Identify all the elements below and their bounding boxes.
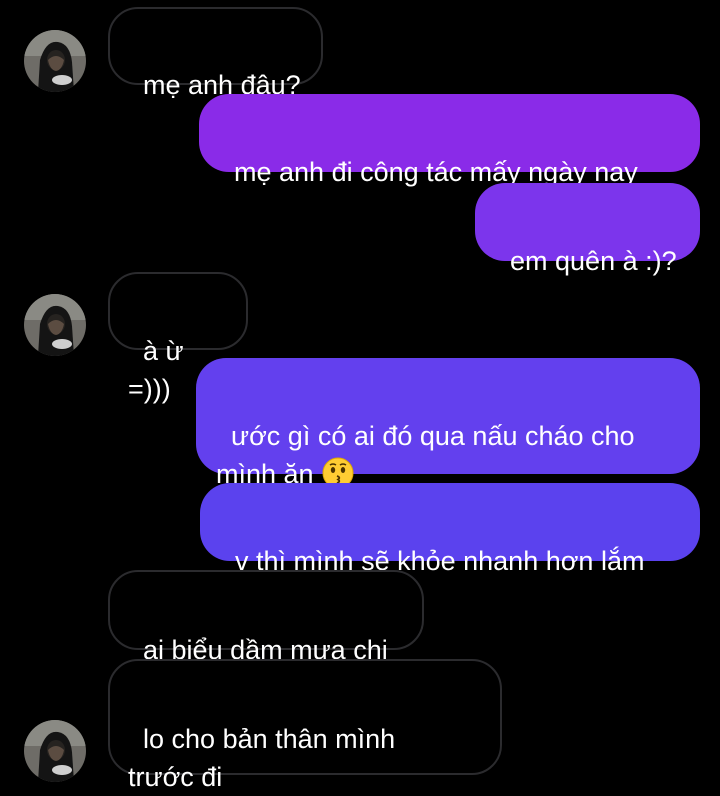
contact-avatar[interactable] xyxy=(24,294,86,356)
outgoing-message-bubble[interactable]: mẹ anh đi công tác mấy ngày nay xyxy=(199,94,700,187)
contact-avatar[interactable] xyxy=(24,720,86,782)
outgoing-message-bubble[interactable]: ước gì có ai đó qua nấu cháo cho mình ăn xyxy=(196,358,700,489)
outgoing-message-bubble[interactable]: em quên à :)? xyxy=(475,183,700,276)
message-text: em quên à :)? xyxy=(510,246,677,276)
message-text: lo cho bản thân mình trước đi xyxy=(128,724,396,792)
hooded-person-avatar-icon xyxy=(24,30,86,92)
contact-avatar[interactable] xyxy=(24,30,86,92)
hooded-person-avatar-icon xyxy=(24,720,86,782)
outgoing-message-bubble[interactable]: v thì mình sẽ khỏe nhanh hơn lắm xyxy=(200,483,700,576)
message-text: à ừ =))) xyxy=(128,336,192,404)
incoming-message-bubble[interactable]: mẹ anh đâu? xyxy=(108,7,323,100)
incoming-message-bubble[interactable]: à ừ =))) xyxy=(108,272,248,404)
incoming-message-bubble[interactable]: ai biểu dầm mưa chi xyxy=(108,570,424,665)
hooded-person-avatar-icon xyxy=(24,294,86,356)
incoming-message-bubble[interactable]: lo cho bản thân mình trước đi xyxy=(108,659,502,792)
message-text: ước gì có ai đó qua nấu cháo cho mình ăn xyxy=(216,421,635,489)
